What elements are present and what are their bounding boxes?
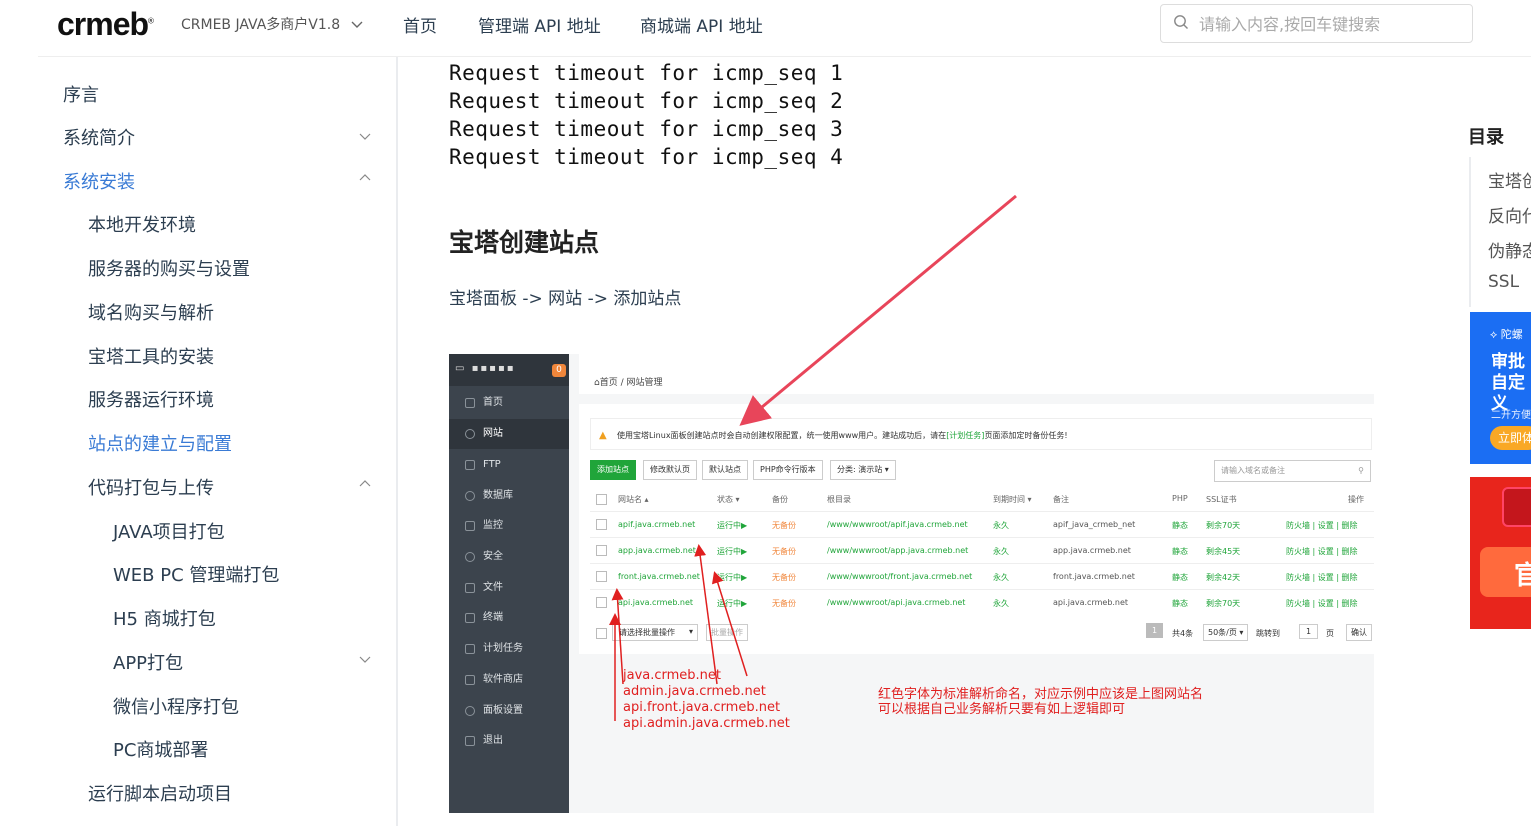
step-breadcrumb: 宝塔面板 -> 网站 -> 添加站点 bbox=[449, 289, 682, 309]
sidebar-item-system-install[interactable]: 系统安装 bbox=[63, 168, 135, 194]
sidebar-item-bt-install[interactable]: 宝塔工具的安装 bbox=[88, 343, 214, 369]
sidebar-item-domain[interactable]: 域名购买与解析 bbox=[88, 299, 214, 325]
chevron-down-icon[interactable] bbox=[358, 652, 372, 666]
ad2-text: 官 bbox=[1514, 561, 1531, 591]
code-line: Request timeout for icmp_seq 4 bbox=[449, 145, 844, 169]
sidebar-item-site-setup[interactable]: 站点的建立与配置 bbox=[88, 430, 232, 456]
sidebar-item-system-intro[interactable]: 系统简介 bbox=[63, 124, 135, 150]
sidebar: 序言 系统简介 系统安装 本地开发环境 服务器的购买与设置 域名购买与解析 宝塔… bbox=[38, 57, 398, 826]
toc-item-reverse-proxy[interactable]: 反向代 bbox=[1488, 202, 1531, 227]
toc-item-rewrite[interactable]: 伪静态 bbox=[1488, 237, 1531, 262]
chevron-up-icon[interactable] bbox=[358, 171, 372, 185]
sidebar-item-preface[interactable]: 序言 bbox=[63, 81, 99, 107]
ad1-cta-button[interactable]: 立即体 bbox=[1490, 426, 1531, 450]
nav-admin-api[interactable]: 管理端 API 地址 bbox=[478, 12, 601, 37]
toc-item-bt-create[interactable]: 宝塔创 bbox=[1488, 167, 1531, 192]
sidebar-item-h5-mall[interactable]: H5 商城打包 bbox=[113, 605, 216, 631]
code-line: Request timeout for icmp_seq 1 bbox=[449, 61, 844, 85]
toc-title: 目录 bbox=[1468, 127, 1504, 148]
sidebar-item-server-env[interactable]: 服务器运行环境 bbox=[88, 386, 214, 412]
search-input[interactable] bbox=[1199, 13, 1459, 35]
arrow-row3 bbox=[711, 571, 748, 677]
chevron-down-icon bbox=[351, 21, 363, 28]
toc-divider bbox=[1469, 157, 1471, 307]
code-line: Request timeout for icmp_seq 2 bbox=[449, 89, 844, 113]
toc-item-ssl[interactable]: SSL bbox=[1488, 272, 1519, 292]
sidebar-item-server-purchase[interactable]: 服务器的购买与设置 bbox=[88, 255, 250, 281]
search-icon bbox=[1174, 15, 1188, 29]
ad-banner-red[interactable]: 官 bbox=[1470, 477, 1531, 629]
section-heading: 宝塔创建站点 bbox=[449, 228, 600, 257]
gift-icon bbox=[1502, 487, 1531, 527]
ad-banner-workflow[interactable]: ⟡ 陀螺 审批自定义 二开方便 立即体 bbox=[1470, 312, 1531, 464]
top-navbar: crmeb® CRMEB JAVA多商户V1.8 首页 管理端 API 地址 商… bbox=[0, 0, 1531, 56]
nav-home[interactable]: 首页 bbox=[403, 12, 437, 37]
sidebar-item-wechat-mini[interactable]: 微信小程序打包 bbox=[113, 693, 239, 719]
search-box[interactable] bbox=[1160, 4, 1473, 43]
sidebar-item-pc-mall[interactable]: PC商城部署 bbox=[113, 736, 208, 762]
version-dropdown[interactable]: CRMEB JAVA多商户V1.8 bbox=[181, 14, 363, 34]
arrow-row4 bbox=[611, 588, 624, 685]
annotation-big-arrow bbox=[739, 194, 1017, 426]
arrow-row2 bbox=[694, 544, 718, 685]
version-label: CRMEB JAVA多商户V1.8 bbox=[181, 17, 341, 33]
sidebar-item-code-package[interactable]: 代码打包与上传 bbox=[88, 474, 214, 500]
ad1-brand: ⟡ 陀螺 bbox=[1490, 328, 1523, 341]
code-line: Request timeout for icmp_seq 3 bbox=[449, 117, 844, 141]
sidebar-item-web-pc-admin[interactable]: WEB PC 管理端打包 bbox=[113, 561, 279, 587]
sidebar-item-local-dev[interactable]: 本地开发环境 bbox=[88, 211, 196, 237]
logo-text: crmeb bbox=[57, 6, 149, 42]
chevron-up-icon[interactable] bbox=[358, 477, 372, 491]
crmeb-logo[interactable]: crmeb® bbox=[57, 6, 154, 43]
sidebar-item-run-script[interactable]: 运行脚本启动项目 bbox=[88, 780, 232, 806]
nav-mall-api[interactable]: 商城端 API 地址 bbox=[640, 12, 763, 37]
sidebar-item-app-package[interactable]: APP打包 bbox=[113, 649, 183, 675]
ad1-sub: 二开方便 bbox=[1491, 410, 1531, 421]
chevron-down-icon[interactable] bbox=[358, 129, 372, 143]
sidebar-item-java-package[interactable]: JAVA项目打包 bbox=[113, 518, 225, 544]
